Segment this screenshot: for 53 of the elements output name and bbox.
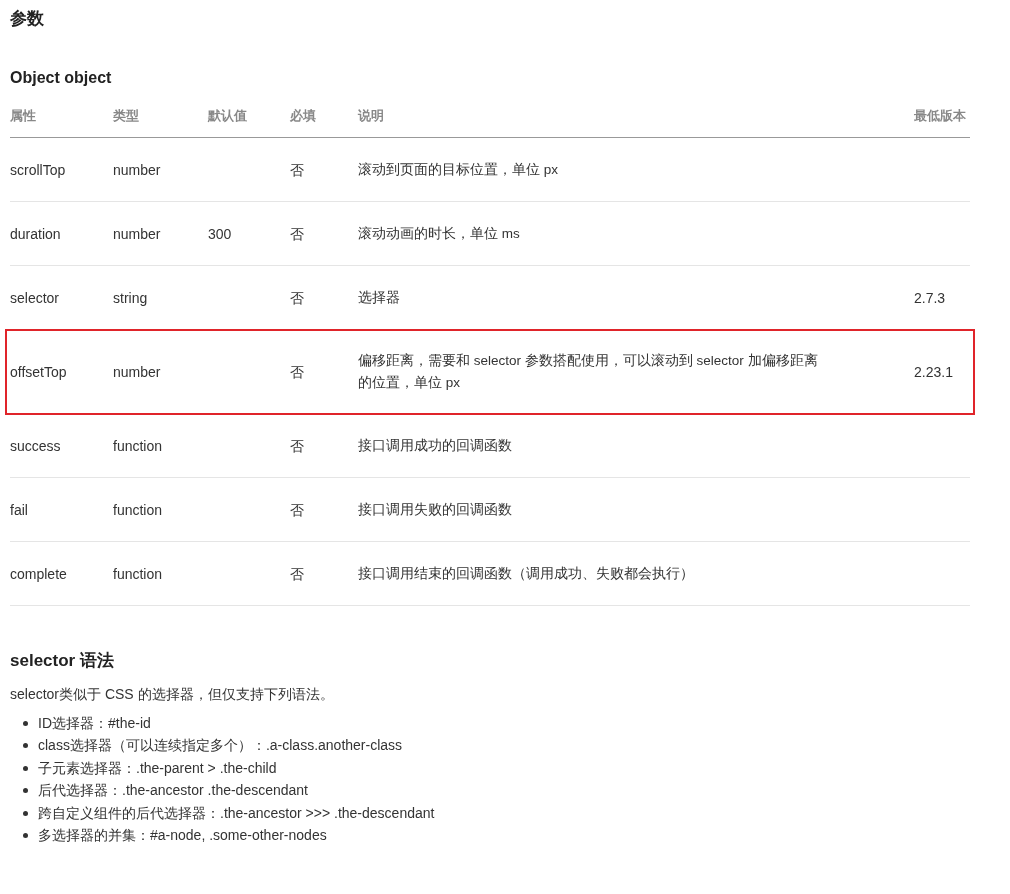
list-item: 子元素选择器：.the-parent > .the-child [38, 758, 277, 778]
bullet-icon [23, 833, 28, 839]
table-cell-text: 300 [208, 224, 233, 244]
table-cell-text: 接口调用成功的回调函数 [358, 436, 513, 455]
column-header: 说明 [358, 107, 385, 125]
column-header: 属性 [10, 107, 37, 125]
table-cell-text: 2.23.1 [914, 363, 954, 382]
table-cell-text: 否 [290, 363, 305, 382]
bullet-icon [23, 810, 28, 816]
column-header: 默认值 [208, 107, 248, 125]
table-cell-text: success [10, 436, 62, 456]
column-header: 类型 [113, 107, 140, 125]
table-cell-text: complete [10, 564, 68, 584]
table-cell-text: offsetTop [10, 363, 68, 382]
table-cell-text: selector [10, 288, 61, 308]
table-cell-text: 否 [290, 224, 305, 244]
object-heading: Object object [10, 68, 113, 88]
table-cell-text: function [113, 564, 164, 584]
list-item: ID选择器：#the-id [38, 713, 151, 733]
table-cell-text: 接口调用结束的回调函数（调用成功、失败都会执行） [358, 564, 695, 583]
table-cell-text: 2.7.3 [914, 288, 947, 308]
table-cell-text: fail [10, 500, 29, 520]
bullet-icon [23, 743, 28, 749]
table-cell-text: 否 [290, 288, 305, 308]
table-cell-text: 否 [290, 500, 305, 520]
table-cell-text: 接口调用失败的回调函数 [358, 500, 513, 519]
table-cell-text: 否 [290, 160, 305, 180]
table-cell-text: scrollTop [10, 160, 67, 180]
list-item: class选择器（可以连续指定多个）：.a-class.another-class [38, 736, 403, 756]
column-header: 必填 [290, 107, 317, 125]
bullet-icon [23, 720, 28, 726]
table-cell-text: number [113, 363, 162, 382]
table-cell-text: 选择器 [358, 288, 401, 307]
table-cell-text: 滚动动画的时长，单位 ms [358, 224, 521, 243]
table-cell-text: function [113, 500, 164, 520]
section-title: 参数 [10, 8, 45, 30]
list-item: 多选择器的并集：#a-node, .some-other-nodes [38, 826, 327, 846]
table-cell-text: string [113, 288, 149, 308]
table-cell-text: 偏移距离，需要和 selector 参数搭配使用，可以滚动到 selector 加偏移距离的位置，单位 px [358, 352, 819, 392]
table-cell-text: function [113, 436, 164, 456]
list-item: 后代选择器：.the-ancestor .the-descendant [38, 781, 308, 801]
table-cell-text: number [113, 160, 162, 180]
selector-heading: selector 语法 [10, 650, 115, 672]
table-cell-text: number [113, 224, 162, 244]
bullet-icon [23, 788, 28, 794]
table-cell-text: 否 [290, 436, 305, 456]
list-item: 跨自定义组件的后代选择器：.the-ancestor >>> .the-descendant [38, 803, 435, 823]
bullet-icon [23, 765, 28, 771]
table-cell-text: duration [10, 224, 62, 244]
column-header: 最低版本 [914, 107, 967, 125]
intro-text: selector类似于 CSS 的选择器，但仅支持下列语法。 [10, 685, 335, 704]
table-cell-text: 滚动到页面的目标位置，单位 px [358, 160, 559, 179]
table-cell-text: 否 [290, 564, 305, 584]
